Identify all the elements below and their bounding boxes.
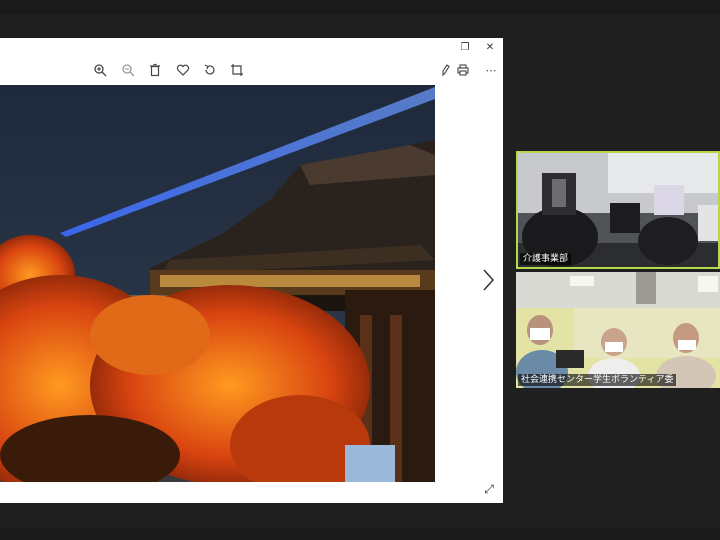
top-bar	[0, 0, 720, 14]
crop-icon[interactable]	[229, 63, 245, 79]
zoom-in-icon[interactable]	[92, 63, 108, 79]
expand-icon[interactable]: ⤢	[481, 481, 497, 497]
participant-video-tile-1[interactable]: 介護事業部	[516, 151, 720, 269]
more-icon[interactable]: ⋯	[483, 63, 499, 79]
photo-viewer-window: ❐ ✕ ⋯ ⤢	[0, 38, 503, 503]
print-icon[interactable]	[455, 63, 471, 79]
close-icon[interactable]: ✕	[483, 41, 497, 55]
participant-name: 介護事業部	[520, 253, 572, 265]
participant-video-tile-2[interactable]: 社会連携センター学生ボランティア委	[516, 272, 720, 388]
displayed-photo	[0, 85, 435, 482]
participant-name: 社会連携センター学生ボランティア委	[518, 374, 677, 386]
title-bar: ❐ ✕	[0, 38, 503, 58]
edit-icon[interactable]	[438, 63, 454, 79]
zoom-out-icon[interactable]	[120, 63, 136, 79]
next-image-button[interactable]	[478, 266, 498, 294]
participant-video-2	[516, 272, 720, 388]
restore-icon[interactable]: ❐	[458, 41, 472, 55]
viewer-toolbar: ⋯	[0, 60, 503, 82]
participant-video-1	[518, 153, 718, 267]
delete-icon[interactable]	[147, 63, 163, 79]
favorite-icon[interactable]	[175, 63, 191, 79]
rotate-icon[interactable]	[202, 63, 218, 79]
bottom-bar	[0, 528, 720, 540]
